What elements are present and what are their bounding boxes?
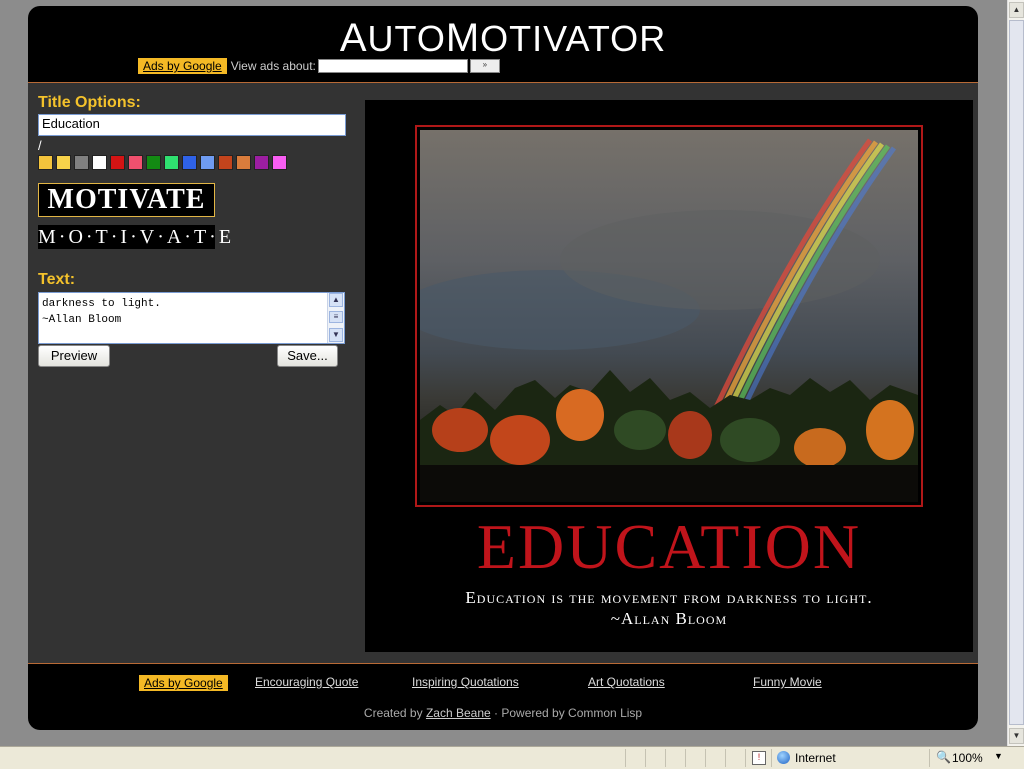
zone-label: Internet bbox=[795, 751, 836, 765]
poster-title: EDUCATION bbox=[476, 511, 862, 582]
credit-suffix: · Powered by Common Lisp bbox=[494, 706, 643, 720]
scroll-up-icon[interactable]: ▲ bbox=[1009, 2, 1024, 18]
security-lock-icon: ! bbox=[745, 749, 771, 767]
preview-button[interactable]: Preview bbox=[38, 345, 110, 367]
scroll-down-icon[interactable]: ▼ bbox=[1009, 728, 1024, 744]
font-option-spaced[interactable]: M·O·T·I·V·A·T·E bbox=[38, 225, 231, 249]
scrollbar-thumb[interactable] bbox=[1009, 20, 1024, 725]
slash-text: / bbox=[38, 138, 42, 153]
zoom-level: 100% bbox=[952, 751, 983, 765]
footer-ads-by-google-link[interactable]: Ads by Google bbox=[139, 675, 228, 691]
status-cell-4 bbox=[685, 749, 705, 767]
footer-link-funny-movie[interactable]: Funny Movie bbox=[753, 675, 822, 689]
poster-caption-line1: Education is the movement from darkness … bbox=[465, 588, 873, 607]
status-cell-3 bbox=[665, 749, 685, 767]
footer-links: Ads by Google Encouraging Quote Inspirin… bbox=[28, 675, 978, 691]
color-swatch[interactable] bbox=[200, 155, 215, 170]
photo-frame bbox=[415, 125, 923, 507]
poster-caption-line2: ~Allan Bloom bbox=[610, 609, 728, 628]
text-area-content[interactable]: darkness to light. ~Allan Bloom bbox=[42, 296, 326, 328]
poster-preview: EDUCATION Education is the movement from… bbox=[365, 100, 973, 652]
scroll-thumb[interactable]: ≡ bbox=[329, 311, 343, 323]
poster-caption: Education is the movement from darkness … bbox=[365, 587, 973, 629]
magnifier-icon: 🔍 bbox=[936, 750, 951, 764]
footer-link-inspiring-quotations[interactable]: Inspiring Quotations bbox=[412, 675, 519, 689]
zone-indicator[interactable]: Internet bbox=[771, 749, 929, 767]
color-swatches bbox=[38, 155, 287, 170]
color-swatch[interactable] bbox=[236, 155, 251, 170]
status-cell-6 bbox=[725, 749, 745, 767]
status-cell-2 bbox=[645, 749, 665, 767]
ads-search-input[interactable] bbox=[317, 59, 468, 73]
footer-link-art-quotations[interactable]: Art Quotations bbox=[588, 675, 665, 689]
footer-link-encouraging-quote[interactable]: Encouraging Quote bbox=[255, 675, 358, 689]
title-options-label: Title Options: bbox=[38, 94, 141, 111]
ads-by-google-link[interactable]: Ads by Google bbox=[138, 58, 227, 74]
page-scrollbar[interactable]: ▲ ▼ bbox=[1007, 0, 1024, 746]
poster-photo bbox=[420, 130, 918, 502]
footer-divider bbox=[28, 663, 978, 664]
zoom-control[interactable]: 🔍 100% ▼ bbox=[929, 749, 1024, 767]
scroll-down-icon[interactable]: ▼ bbox=[329, 328, 343, 342]
page: AUTOMOTIVATOR Ads by Google View ads abo… bbox=[0, 0, 1007, 746]
color-swatch[interactable] bbox=[254, 155, 269, 170]
view-ads-label: View ads about: bbox=[230, 59, 316, 73]
color-swatch[interactable] bbox=[218, 155, 233, 170]
credit-line: Created by Zach Beane · Powered by Commo… bbox=[28, 706, 978, 720]
font-option-bold[interactable]: MOTIVATE bbox=[38, 183, 215, 217]
internet-globe-icon bbox=[777, 751, 790, 764]
text-label: Text: bbox=[38, 271, 76, 288]
ads-go-button[interactable]: » bbox=[469, 59, 500, 73]
status-cell-1 bbox=[625, 749, 645, 767]
color-swatch[interactable] bbox=[92, 155, 107, 170]
color-swatch[interactable] bbox=[38, 155, 53, 170]
main-frame: AUTOMOTIVATOR Ads by Google View ads abo… bbox=[28, 6, 978, 730]
credit-author-link[interactable]: Zach Beane bbox=[426, 706, 491, 720]
color-swatch[interactable] bbox=[56, 155, 71, 170]
credit-prefix: Created by bbox=[363, 706, 423, 720]
text-area-scrollbar[interactable]: ▲ ≡ ▼ bbox=[327, 293, 344, 343]
scroll-up-icon[interactable]: ▲ bbox=[329, 293, 343, 307]
save-button[interactable]: Save... bbox=[277, 345, 338, 367]
main-content: Title Options: Education / MOTIVATE M·O·… bbox=[28, 83, 978, 663]
title-input[interactable]: Education bbox=[38, 114, 346, 136]
color-swatch[interactable] bbox=[74, 155, 89, 170]
color-swatch[interactable] bbox=[272, 155, 287, 170]
site-logo[interactable]: AUTOMOTIVATOR bbox=[28, 18, 978, 59]
color-swatch[interactable] bbox=[110, 155, 125, 170]
top-ads-bar: Ads by Google View ads about: » bbox=[138, 58, 500, 74]
browser-status-bar: ! Internet 🔍 100% ▼ bbox=[0, 746, 1024, 769]
color-swatch[interactable] bbox=[128, 155, 143, 170]
color-swatch[interactable] bbox=[182, 155, 197, 170]
rainbow-trees-image bbox=[420, 130, 918, 502]
status-cell-5 bbox=[705, 749, 725, 767]
chevron-down-icon[interactable]: ▼ bbox=[994, 751, 1003, 761]
color-swatch[interactable] bbox=[146, 155, 161, 170]
color-swatch[interactable] bbox=[164, 155, 179, 170]
text-area[interactable]: darkness to light. ~Allan Bloom ▲ ≡ ▼ bbox=[38, 292, 345, 344]
